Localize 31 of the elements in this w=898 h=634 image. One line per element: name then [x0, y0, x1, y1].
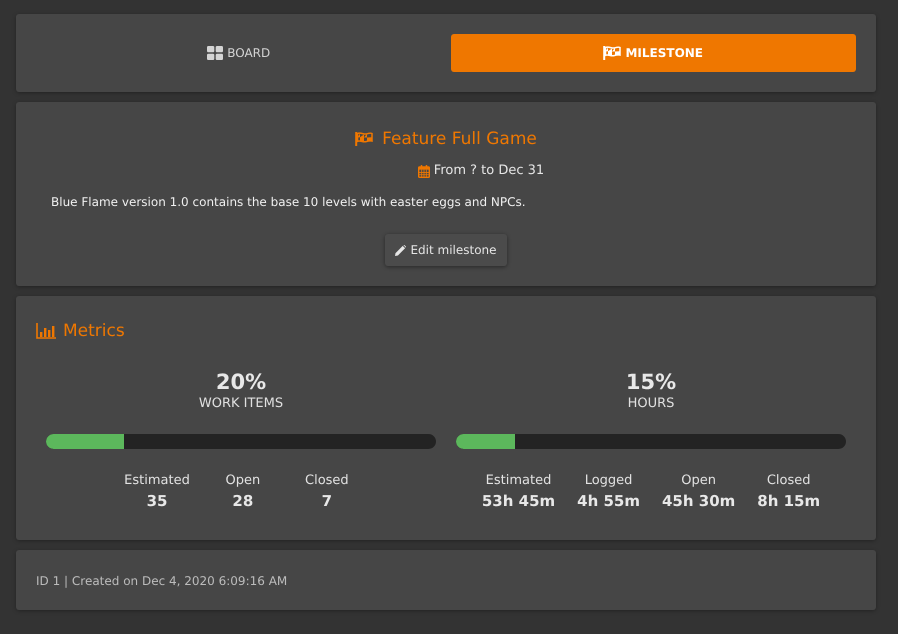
stat-label: Open — [681, 472, 716, 490]
created-info: ID 1 | Created on Dec 4, 2020 6:09:16 AM — [36, 574, 288, 588]
stat-label: Open — [225, 472, 260, 490]
edit-milestone-button[interactable]: Edit milestone — [385, 234, 507, 266]
date-range: From ? to Dec 31 — [434, 162, 544, 180]
metric-label: WORK ITEMS — [198, 395, 284, 413]
percent-value: 15% — [626, 369, 676, 395]
stat-label: Closed — [305, 472, 349, 490]
metrics-title: Metrics — [63, 320, 125, 343]
metric-label: HOURS — [628, 395, 674, 413]
stat-value: 35 — [146, 491, 168, 512]
stat-label: Logged — [584, 472, 632, 490]
calendar-icon — [418, 164, 430, 178]
milestone-title: Feature Full Game — [382, 128, 537, 151]
grid-icon — [207, 46, 224, 60]
stat-label: Estimated — [486, 472, 552, 490]
stat-label: Closed — [766, 472, 811, 490]
flag-icon — [355, 132, 374, 146]
flag-icon — [603, 46, 622, 60]
stat-label: Estimated — [124, 472, 190, 490]
bar-chart-icon — [36, 323, 56, 339]
stat-value: 4h 55m — [577, 491, 640, 512]
stat-value: 45h 30m — [662, 491, 736, 512]
pencil-icon — [395, 244, 406, 256]
milestone-description: Blue Flame version 1.0 contains the base 10 levels with easter eggs and NPCs. — [51, 194, 527, 211]
stat-value: 53h 45m — [482, 491, 556, 512]
view-tab[interactable]: BOARD — [36, 34, 442, 72]
stat-value: 7 — [322, 491, 332, 512]
stat-value: 8h 15m — [757, 491, 820, 512]
stat-value: 28 — [232, 491, 254, 512]
percent-value: 20% — [216, 369, 266, 395]
